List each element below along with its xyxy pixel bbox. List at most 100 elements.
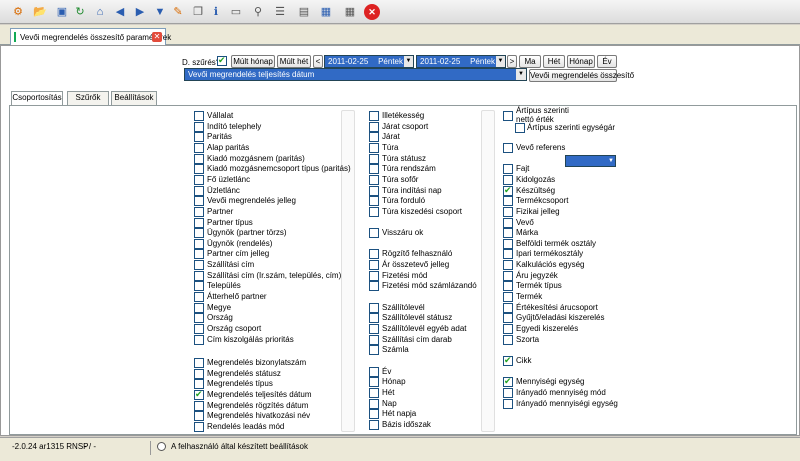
checkbox[interactable] [194,249,204,260]
date-to-field[interactable]: 2011-02-25 Péntek ▼ [416,55,506,68]
checkbox[interactable] [503,387,513,398]
window-icon[interactable]: ▭ [228,4,244,20]
checkbox[interactable] [194,281,204,292]
checkbox[interactable] [369,132,379,143]
artipus-select[interactable]: ▼ [565,155,616,167]
checkbox[interactable] [369,121,379,132]
checkbox[interactable] [503,164,513,175]
checkbox[interactable] [194,368,204,379]
forward-icon[interactable]: ▶ [132,4,148,20]
checkbox[interactable] [194,196,204,207]
checkbox[interactable] [194,142,204,153]
checkbox[interactable] [194,379,204,390]
checkbox[interactable] [194,358,204,369]
close-icon[interactable]: ✕ [364,4,380,20]
checkbox[interactable] [369,270,379,281]
checkbox[interactable] [194,270,204,281]
checkbox[interactable] [194,238,204,249]
chevron-down-icon[interactable]: ▼ [496,56,505,67]
checkbox[interactable] [503,174,513,185]
checkbox[interactable] [503,376,513,388]
checkbox[interactable] [194,400,204,411]
checkbox[interactable] [503,334,513,345]
checkbox[interactable] [194,260,204,271]
summary-button[interactable]: Vevői megrendelés összesítő [529,69,634,82]
checkbox[interactable] [503,142,513,153]
checkbox[interactable] [503,217,513,228]
checkbox[interactable] [369,228,379,239]
next-period-button[interactable]: > [507,55,517,68]
date-from-field[interactable]: 2011-02-25 Péntek ▼ [324,55,414,68]
het-button[interactable]: Hét [543,55,565,68]
checkbox[interactable] [369,387,379,398]
chevron-down-icon[interactable]: ▼ [404,56,413,67]
date-type-select[interactable]: Vevői megrendelés teljesítés dátum ▼ [184,68,527,81]
search-icon[interactable]: ⚲ [250,4,266,20]
checkbox[interactable] [369,164,379,175]
mult-honap-button[interactable]: Múlt hónap [231,55,275,68]
chevron-down-icon[interactable]: ▼ [516,69,526,80]
checkbox[interactable] [194,153,204,164]
checkbox[interactable] [503,398,513,409]
checkbox[interactable] [503,196,513,207]
checkbox[interactable] [369,345,379,356]
checkbox[interactable] [369,366,379,377]
checkbox[interactable] [194,389,204,401]
save-icon[interactable]: ▣ [54,4,70,20]
edit-icon[interactable]: ✎ [170,4,186,20]
checkbox[interactable] [503,302,513,313]
checkbox[interactable] [503,249,513,260]
checkbox[interactable] [369,174,379,185]
checkbox[interactable] [194,334,204,345]
checkbox[interactable] [194,164,204,175]
checkbox[interactable] [194,132,204,143]
tab-beallitasok[interactable]: Beállítások [111,91,157,105]
info-icon[interactable]: ℹ [208,4,224,20]
ma-button[interactable]: Ma [519,55,541,68]
home-icon[interactable]: ⌂ [92,4,108,20]
checkbox[interactable] [369,281,379,292]
tab-csoportositas[interactable]: Csoportosítás [11,91,63,106]
back-icon[interactable]: ◀ [112,4,128,20]
checkbox[interactable] [369,302,379,313]
checkbox[interactable] [194,292,204,303]
close-tab-icon[interactable]: ✕ [152,32,162,42]
checkbox[interactable] [194,302,204,313]
checkbox[interactable] [503,313,513,324]
checkbox[interactable] [369,398,379,409]
checkbox[interactable] [194,411,204,422]
checkbox[interactable] [194,421,204,432]
checkbox[interactable] [369,249,379,260]
checkbox[interactable] [369,206,379,217]
checkbox[interactable] [194,111,204,121]
document-tab[interactable]: Vevői megrendelés összesítő paraméterek … [10,28,171,45]
checkbox[interactable] [369,419,379,430]
grid-icon[interactable]: ▦ [318,4,334,20]
checkbox[interactable] [503,270,513,281]
checkbox[interactable] [369,334,379,345]
ev-button[interactable]: Év [597,55,617,68]
checkbox[interactable] [369,313,379,324]
checkbox[interactable] [369,111,379,121]
tools-icon[interactable]: ⚙ [10,4,26,20]
checkbox[interactable] [503,111,513,121]
checkbox[interactable] [194,217,204,228]
calendar-icon[interactable]: ▦ [342,4,358,20]
columns-icon[interactable]: ☰ [272,4,288,20]
table-icon[interactable]: ▤ [296,4,312,20]
checkbox[interactable] [369,409,379,420]
tab-szurok[interactable]: Szűrők [67,91,109,105]
mult-het-button[interactable]: Múlt hét [277,55,311,68]
checkbox[interactable] [503,185,513,196]
prev-period-button[interactable]: < [313,55,323,68]
checkbox[interactable] [369,324,379,334]
checkbox[interactable] [503,206,513,217]
checkbox[interactable] [515,122,525,133]
checkbox[interactable] [503,260,513,271]
down-icon[interactable]: ▼ [152,4,168,20]
refresh-icon[interactable]: ↻ [72,4,88,20]
d-szures-checkbox[interactable] [217,55,227,66]
checkbox[interactable] [503,281,513,292]
checkbox[interactable] [194,313,204,324]
checkbox[interactable] [369,153,379,164]
